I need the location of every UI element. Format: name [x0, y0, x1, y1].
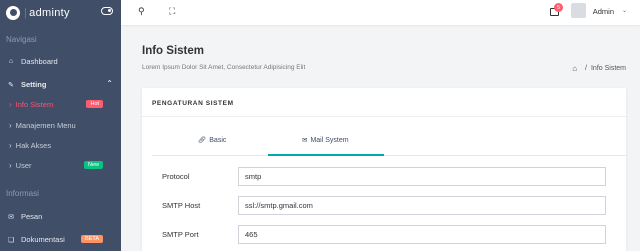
- chevron-right-icon: ›: [9, 141, 12, 150]
- sidebar-item-label: Pesan: [21, 212, 43, 221]
- sidebar-item-dashboard[interactable]: ⌂ Dashboard: [0, 57, 121, 66]
- tab-mail-system[interactable]: ✉ Mail System: [302, 136, 349, 145]
- sidebar-subitem-hak-akses[interactable]: › Hak Akses: [0, 141, 121, 150]
- sidebar-item-label: Dokumentasi: [21, 235, 65, 244]
- user-name[interactable]: Admin: [593, 7, 614, 16]
- tab-divider: [152, 155, 626, 156]
- beta-badge: BETA: [81, 235, 103, 243]
- divider: [142, 116, 626, 117]
- link-icon: 🔗︎: [198, 137, 207, 144]
- sidebar-subitem-label: Hak Akses: [15, 141, 52, 150]
- chevron-up-icon[interactable]: ⌃: [106, 79, 113, 88]
- breadcrumb-current: Info Sistem: [590, 65, 626, 72]
- smtp-port-label: SMTP Port: [162, 230, 199, 239]
- protocol-field[interactable]: smtp: [238, 167, 606, 186]
- avatar[interactable]: [571, 3, 586, 18]
- hot-badge: Hot: [86, 100, 103, 108]
- settings-card: PENGATURAN SISTEM 🔗︎ Basic ✉ Mail System…: [142, 88, 626, 251]
- sidebar-subitem-label: Info Sistem: [15, 100, 54, 109]
- home-icon: ⌂: [8, 58, 14, 65]
- section-label-navigasi: Navigasi: [6, 35, 37, 44]
- mail-icon: ✉: [8, 213, 14, 221]
- smtp-port-field[interactable]: 465: [238, 225, 606, 244]
- tab-active-indicator: [268, 154, 384, 156]
- sidebar-item-label: Dashboard: [21, 57, 58, 66]
- sidebar-toggle-icon[interactable]: [101, 7, 113, 15]
- brand-name: adminty: [29, 6, 70, 19]
- card-title: PENGATURAN SISTEM: [152, 100, 234, 107]
- top-header: ⚲ ⛶ 5 Admin ⌄: [121, 0, 640, 25]
- breadcrumb: ⌂ / Info Sistem: [572, 64, 626, 73]
- sidebar: | adminty Navigasi ⌂ Dashboard ✎ Setting …: [0, 0, 121, 251]
- smtp-host-field[interactable]: ssl://smtp.gmail.com: [238, 196, 606, 215]
- tab-basic[interactable]: 🔗︎ Basic: [198, 136, 227, 145]
- page-subtitle: Lorem Ipsum Dolor Sit Amet, Consectetur …: [142, 64, 306, 71]
- notification-count-badge: 5: [554, 3, 563, 12]
- sidebar-item-pesan[interactable]: ✉ Pesan: [0, 212, 121, 221]
- sidebar-item-setting[interactable]: ✎ Setting: [0, 80, 121, 89]
- home-icon[interactable]: ⌂: [572, 64, 577, 73]
- page-title: Info Sistem: [142, 45, 204, 57]
- breadcrumb-separator: /: [585, 65, 587, 72]
- tab-label: Mail System: [310, 136, 349, 144]
- chevron-right-icon: ›: [9, 100, 12, 109]
- chevron-right-icon: ›: [9, 161, 12, 170]
- smtp-host-label: SMTP Host: [162, 201, 201, 210]
- new-badge: New: [83, 161, 103, 169]
- sidebar-subitem-manajemen-menu[interactable]: › Manajemen Menu: [0, 121, 121, 130]
- bookmark-icon: ❏: [7, 236, 15, 244]
- sidebar-item-label: Setting: [21, 80, 47, 89]
- section-label-informasi: Informasi: [6, 189, 39, 198]
- fullscreen-icon[interactable]: ⛶: [169, 6, 175, 17]
- search-icon[interactable]: ⚲: [138, 6, 145, 17]
- brand-logo-icon: [6, 5, 20, 20]
- sidebar-subitem-label: User: [15, 161, 32, 170]
- chevron-down-icon[interactable]: ⌄: [622, 7, 627, 14]
- settings-icon: ✎: [8, 81, 14, 89]
- protocol-label: Protocol: [162, 172, 190, 181]
- chevron-right-icon: ›: [9, 121, 12, 130]
- mail-icon: ✉: [302, 137, 308, 144]
- sidebar-subitem-label: Manajemen Menu: [15, 121, 76, 130]
- tab-label: Basic: [209, 136, 227, 144]
